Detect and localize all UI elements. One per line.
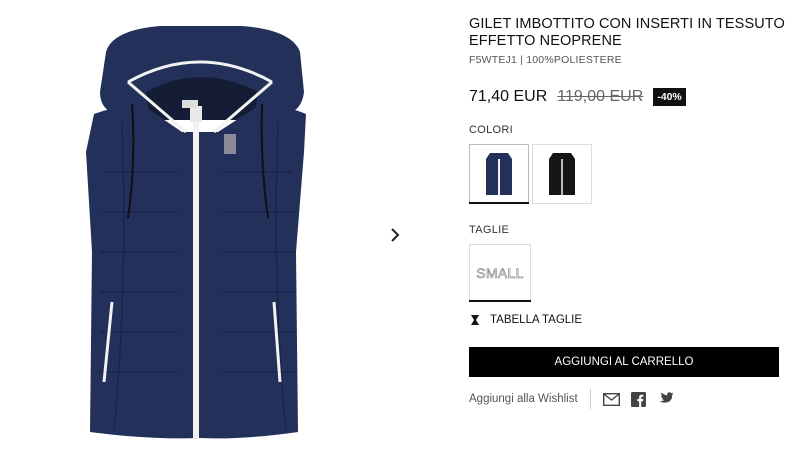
navy-vest-thumbnail bbox=[486, 153, 512, 195]
product-image bbox=[86, 26, 306, 439]
size-guide-icon bbox=[471, 315, 479, 325]
sizes-label: TAGLIE bbox=[469, 224, 510, 236]
social-row: Aggiungi alla Wishlist bbox=[469, 389, 684, 409]
product-gallery bbox=[0, 0, 420, 449]
original-price: 119,00 EUR bbox=[557, 88, 644, 105]
size-guide-link[interactable]: TABELLA TAGLIE bbox=[469, 312, 582, 328]
size-guide-label: TABELLA TAGLIE bbox=[490, 314, 583, 326]
price-row: 71,40 EUR 119,00 EUR -40% bbox=[469, 86, 686, 108]
color-swatch-navy[interactable] bbox=[469, 144, 529, 204]
next-image-arrow-icon[interactable] bbox=[386, 226, 404, 244]
size-option-small[interactable]: SMALL bbox=[469, 244, 531, 302]
product-title: GILET IMBOTTITO CON INSERTI IN TESSUTO E… bbox=[469, 16, 785, 49]
facebook-icon[interactable] bbox=[630, 390, 648, 408]
twitter-icon[interactable] bbox=[657, 390, 675, 408]
discount-badge: -40% bbox=[653, 88, 686, 106]
black-vest-thumbnail bbox=[549, 153, 575, 195]
color-swatch-black[interactable] bbox=[532, 144, 592, 204]
size-option-label: SMALL bbox=[476, 265, 524, 282]
add-to-wishlist-link[interactable]: Aggiungi alla Wishlist bbox=[469, 393, 578, 405]
current-price: 71,40 EUR bbox=[469, 88, 548, 105]
product-sku: F5WTEJ1 | 100%POLIESTERE bbox=[469, 54, 622, 66]
divider bbox=[589, 389, 591, 409]
mail-icon[interactable] bbox=[603, 390, 621, 408]
add-to-cart-button[interactable]: AGGIUNGI AL CARRELLO bbox=[469, 347, 779, 377]
colors-label: COLORI bbox=[469, 124, 513, 136]
